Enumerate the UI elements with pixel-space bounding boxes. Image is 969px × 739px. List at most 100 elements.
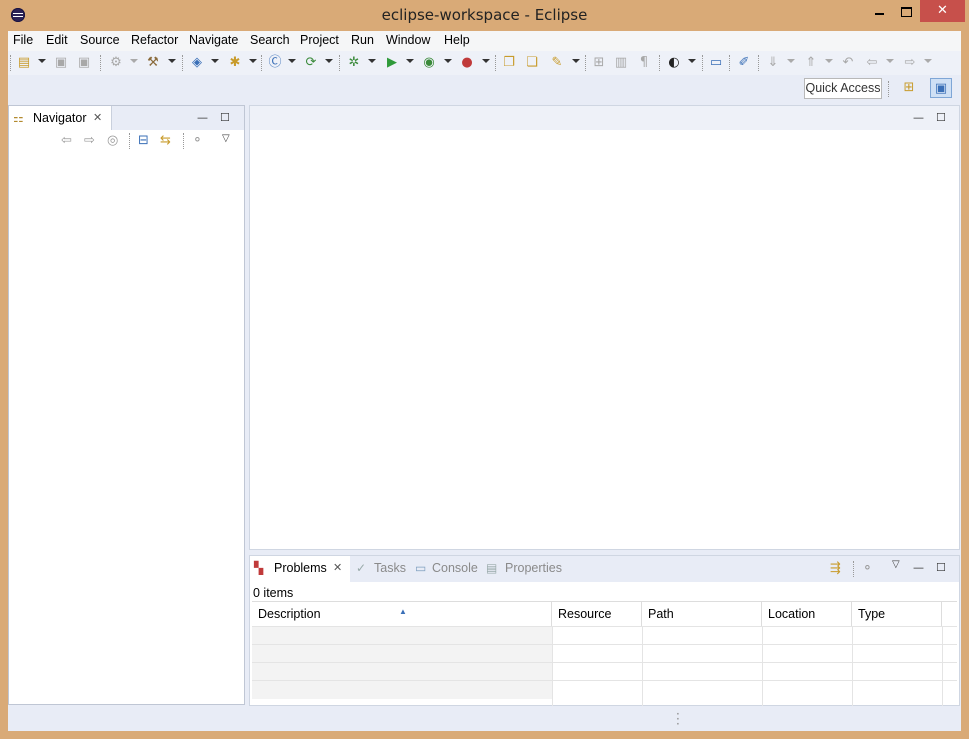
filters-icon[interactable]: ⚬: [192, 133, 203, 148]
menu-refactor[interactable]: Refactor: [131, 33, 178, 47]
minimize-icon[interactable]: —: [197, 111, 208, 124]
menu-file[interactable]: File: [13, 33, 33, 47]
maximize-icon[interactable]: ☐: [936, 111, 946, 124]
problems-count: 0 items: [253, 586, 294, 600]
external-tools-icon[interactable]: ●: [458, 54, 476, 72]
back-icon[interactable]: ⇦: [863, 54, 881, 72]
open-file-icon[interactable]: ❏: [523, 54, 541, 72]
hammer-dropdown-icon[interactable]: [168, 59, 176, 63]
navigator-tab-label: Navigator: [33, 111, 87, 125]
back-dropdown-icon[interactable]: [886, 59, 894, 63]
new-package-dropdown-icon[interactable]: [249, 59, 257, 63]
new-dropdown-icon[interactable]: [38, 59, 46, 63]
search-tool-dropdown-icon[interactable]: [572, 59, 580, 63]
maximize-window-button[interactable]: [891, 0, 921, 22]
open-folder-icon[interactable]: ❐: [500, 54, 518, 72]
focus-on-active-task-icon[interactable]: ⇶: [830, 561, 841, 576]
column-header-description[interactable]: Description ▲: [252, 602, 552, 626]
menu-edit[interactable]: Edit: [46, 33, 68, 47]
toolbar-separator: [10, 55, 12, 71]
coverage-dropdown-icon[interactable]: [444, 59, 452, 63]
new-package-icon[interactable]: ✱: [226, 54, 244, 72]
maximize-icon[interactable]: ☐: [220, 111, 230, 124]
status-grip-icon[interactable]: · · ·: [676, 708, 680, 730]
back-icon[interactable]: ⇦: [61, 133, 72, 148]
previous-annotation-dropdown-icon[interactable]: [825, 59, 833, 63]
save-icon[interactable]: ▣: [52, 54, 70, 72]
tab-navigator[interactable]: ⚏ Navigator ✕: [9, 106, 112, 130]
open-perspective-icon[interactable]: ⊞: [898, 78, 920, 98]
menu-run[interactable]: Run: [351, 33, 374, 47]
minimize-window-button[interactable]: [864, 0, 894, 22]
build-dropdown-icon[interactable]: [130, 59, 138, 63]
tab-console[interactable]: Console: [432, 561, 478, 575]
column-header-type[interactable]: Type: [852, 602, 942, 626]
resource-perspective-icon[interactable]: ▣: [930, 78, 952, 98]
quick-access-field[interactable]: Quick Access: [804, 78, 882, 99]
forward-icon[interactable]: ⇨: [901, 54, 919, 72]
search-tool-icon[interactable]: ✎: [548, 54, 566, 72]
run-dropdown-icon[interactable]: [406, 59, 414, 63]
tab-tasks[interactable]: Tasks: [374, 561, 406, 575]
title-bar[interactable]: eclipse-workspace - Eclipse ✕: [0, 0, 969, 30]
tab-properties[interactable]: Properties: [505, 561, 562, 575]
navigator-view: ⚏ Navigator ✕ — ☐ ⇦ ⇨ ◎ ⊟ ⇆ ⚬ ▽: [8, 105, 245, 705]
pin-icon[interactable]: ✐: [735, 54, 753, 72]
external-tools-dropdown-icon[interactable]: [482, 59, 490, 63]
forward-dropdown-icon[interactable]: [924, 59, 932, 63]
menu-help[interactable]: Help: [444, 33, 470, 47]
hammer-icon[interactable]: ⚒: [144, 54, 162, 72]
debug-dropdown-icon[interactable]: [368, 59, 376, 63]
show-whitespace-icon[interactable]: ¶: [635, 54, 653, 72]
menu-navigate[interactable]: Navigate: [189, 33, 238, 47]
toolbar-separator: [758, 55, 760, 71]
column-header-location[interactable]: Location: [762, 602, 852, 626]
maximize-icon[interactable]: ☐: [936, 561, 946, 574]
status-bar: · · ·: [8, 708, 961, 731]
new-java-project-dropdown-icon[interactable]: [211, 59, 219, 63]
menu-source[interactable]: Source: [80, 33, 120, 47]
minimize-icon[interactable]: —: [913, 561, 924, 574]
open-type-icon[interactable]: ⟳: [302, 54, 320, 72]
toggle-block-selection-icon[interactable]: ▥: [612, 54, 630, 72]
column-header-resource[interactable]: Resource: [552, 602, 642, 626]
toggle-mark-occurrences-icon[interactable]: ⊞: [590, 54, 608, 72]
debug-icon[interactable]: ✲: [345, 54, 363, 72]
user-profile-icon[interactable]: ◐: [665, 54, 683, 72]
view-menu-icon[interactable]: ▽: [892, 559, 900, 570]
forward-icon[interactable]: ⇨: [84, 133, 95, 148]
close-window-button[interactable]: ✕: [920, 0, 965, 22]
close-icon[interactable]: ✕: [93, 111, 102, 124]
view-menu-icon[interactable]: ▽: [222, 133, 230, 144]
editor-area[interactable]: — ☐: [249, 105, 960, 550]
new-class-dropdown-icon[interactable]: [288, 59, 296, 63]
menu-window[interactable]: Window: [386, 33, 430, 47]
toolbar-separator: [888, 81, 890, 97]
sort-ascending-icon: ▲: [399, 607, 407, 616]
toolbar-separator: [183, 133, 185, 149]
run-icon[interactable]: ▶: [383, 54, 401, 72]
column-header-path[interactable]: Path: [642, 602, 762, 626]
up-icon[interactable]: ◎: [107, 133, 118, 148]
minimize-icon[interactable]: —: [913, 111, 924, 124]
collapse-all-icon[interactable]: ⊟: [138, 133, 149, 148]
coverage-icon[interactable]: ◉: [420, 54, 438, 72]
link-with-editor-icon[interactable]: ⇆: [160, 133, 171, 148]
new-icon[interactable]: ▤: [15, 54, 33, 72]
last-edit-location-icon[interactable]: ↶: [839, 54, 857, 72]
new-class-icon[interactable]: Ⓒ: [266, 54, 284, 72]
next-annotation-icon[interactable]: ⇓: [764, 54, 782, 72]
save-all-icon[interactable]: ▣: [75, 54, 93, 72]
build-icon[interactable]: ⚙: [107, 54, 125, 72]
new-java-project-icon[interactable]: ◈: [188, 54, 206, 72]
open-type-dropdown-icon[interactable]: [325, 59, 333, 63]
user-profile-dropdown-icon[interactable]: [688, 59, 696, 63]
menu-project[interactable]: Project: [300, 33, 339, 47]
next-annotation-dropdown-icon[interactable]: [787, 59, 795, 63]
tab-problems[interactable]: ▚ Problems ✕: [250, 556, 350, 582]
close-icon[interactable]: ✕: [333, 561, 342, 574]
previous-annotation-icon[interactable]: ⇑: [802, 54, 820, 72]
menu-search[interactable]: Search: [250, 33, 290, 47]
presentation-icon[interactable]: ▭: [707, 54, 725, 72]
filters-icon[interactable]: ⚬: [862, 561, 873, 576]
